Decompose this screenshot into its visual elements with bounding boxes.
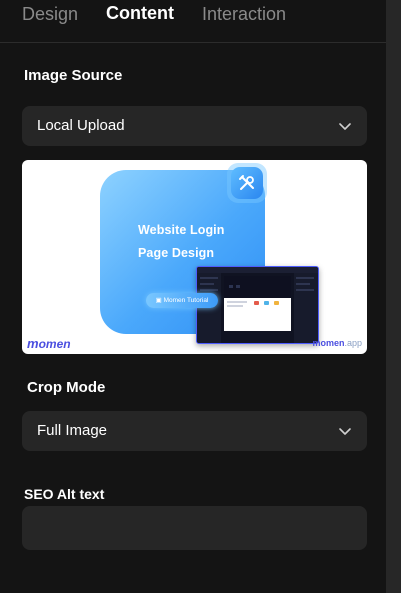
momen-logo-left: momen <box>27 336 71 351</box>
crop-mode-select[interactable]: Full Image <box>22 411 367 451</box>
image-preview[interactable]: Website Login Page Design ▣ Momen Tutori… <box>22 160 367 354</box>
crop-mode-label: Crop Mode <box>27 379 106 396</box>
thumb-row <box>227 305 243 307</box>
tools-badge <box>231 167 263 199</box>
crop-mode-value: Full Image <box>37 422 108 439</box>
logo-tld: .app <box>344 338 362 348</box>
logo-initial: m <box>27 336 39 351</box>
thumb-bar <box>296 277 314 279</box>
tools-icon <box>239 175 254 190</box>
momen-tutorial-pill: ▣ Momen Tutorial <box>146 293 218 308</box>
promo-headline-2: Page Design <box>138 246 215 260</box>
thumb-hero <box>224 276 291 298</box>
tab-design[interactable]: Design <box>22 4 78 25</box>
image-source-select[interactable]: Local Upload <box>22 106 367 146</box>
thumb-bar <box>296 289 314 291</box>
scrollbar-track[interactable] <box>386 0 401 593</box>
thumb-bar <box>200 277 218 279</box>
seo-alt-label: SEO Alt text <box>24 486 105 502</box>
thumb-block <box>229 285 233 288</box>
tab-content[interactable]: Content <box>106 3 174 24</box>
tab-interaction[interactable]: Interaction <box>202 4 286 25</box>
thumb-row <box>227 301 247 303</box>
chevron-down-icon <box>339 123 351 130</box>
thumb-bar <box>200 283 214 285</box>
logo-brand: momen <box>312 338 345 348</box>
thumb-dot <box>264 301 269 305</box>
chevron-down-icon <box>339 428 351 435</box>
momen-app-logo: momen.app <box>312 338 362 348</box>
image-source-label: Image Source <box>24 67 123 84</box>
seo-alt-input[interactable] <box>22 506 367 550</box>
image-source-value: Local Upload <box>37 117 125 134</box>
thumb-dot <box>274 301 279 305</box>
thumb-dot <box>254 301 259 305</box>
thumb-bar <box>200 289 218 291</box>
thumb-block <box>236 285 240 288</box>
properties-panel: Design Content Interaction Image Source … <box>0 0 386 593</box>
thumb-canvas <box>224 276 291 331</box>
promo-headline-1: Website Login <box>138 223 225 237</box>
pill-label: Momen Tutorial <box>163 297 209 304</box>
tab-bar: Design Content Interaction <box>0 0 386 43</box>
thumb-bar <box>296 283 310 285</box>
logo-wordmark: omen <box>38 337 71 351</box>
